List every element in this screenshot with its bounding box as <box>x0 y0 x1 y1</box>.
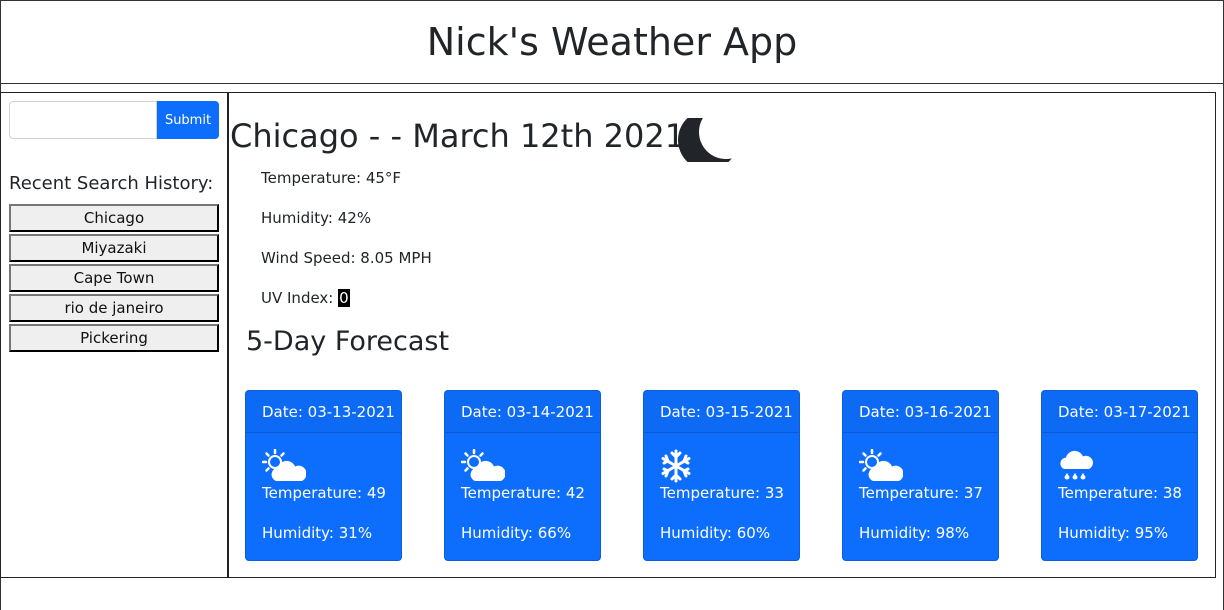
forecast-date: Date: 03-14-2021 <box>445 391 600 433</box>
current-temperature: Temperature: 45°F <box>261 169 402 187</box>
forecast-temperature: Temperature: 37 <box>859 484 983 502</box>
history-item-button[interactable]: Pickering <box>9 324 219 352</box>
city-search-input[interactable] <box>9 101 157 139</box>
forecast-temperature: Temperature: 49 <box>262 484 386 502</box>
current-city-title: Chicago - - March 12th 2021 -- <box>230 117 719 155</box>
forecast-date: Date: 03-17-2021 <box>1042 391 1197 433</box>
uv-label: UV Index: <box>261 289 339 307</box>
history-title: Recent Search History: <box>9 173 214 194</box>
partly-cloudy-icon <box>262 449 306 481</box>
history-list: Chicago Miyazaki Cape Town rio de janeir… <box>9 204 219 354</box>
forecast-date: Date: 03-16-2021 <box>843 391 998 433</box>
forecast-card: Date: 03-15-2021 Temperature: 33 Humidit… <box>643 390 800 561</box>
partly-cloudy-icon <box>859 449 903 481</box>
forecast-date: Date: 03-13-2021 <box>246 391 401 433</box>
current-uv-index: UV Index: 0 <box>261 289 350 307</box>
forecast-date: Date: 03-15-2021 <box>644 391 799 433</box>
page-header: Nick's Weather App <box>0 0 1224 84</box>
forecast-humidity: Humidity: 98% <box>859 524 970 542</box>
forecast-humidity: Humidity: 60% <box>660 524 771 542</box>
history-item-button[interactable]: Miyazaki <box>9 234 219 262</box>
forecast-humidity: Humidity: 95% <box>1058 524 1169 542</box>
partly-cloudy-icon <box>461 449 505 481</box>
current-wind-speed: Wind Speed: 8.05 MPH <box>261 249 432 267</box>
history-item-button[interactable]: Chicago <box>9 204 219 232</box>
forecast-humidity: Humidity: 31% <box>262 524 373 542</box>
page-title: Nick's Weather App <box>426 20 798 64</box>
forecast-card: Date: 03-14-2021 Temperature: 42 Humidit… <box>444 390 601 561</box>
forecast-temperature: Temperature: 42 <box>461 484 585 502</box>
snowflake-icon <box>661 449 691 483</box>
uv-value-badge: 0 <box>338 289 350 307</box>
forecast-card: Date: 03-17-2021 Temperature: 38 Humidit… <box>1041 390 1198 561</box>
forecast-temperature: Temperature: 38 <box>1058 484 1182 502</box>
moon-icon <box>678 118 742 162</box>
rain-cloud-icon <box>1060 450 1093 480</box>
history-item-button[interactable]: rio de janeiro <box>9 294 219 322</box>
history-item-button[interactable]: Cape Town <box>9 264 219 292</box>
current-humidity: Humidity: 42% <box>261 209 372 227</box>
forecast-card: Date: 03-16-2021 Temperature: 37 Humidit… <box>842 390 999 561</box>
forecast-humidity: Humidity: 66% <box>461 524 572 542</box>
forecast-title: 5-Day Forecast <box>246 326 450 357</box>
forecast-card: Date: 03-13-2021 Temperature: 49 Humidit… <box>245 390 402 561</box>
submit-button[interactable]: Submit <box>157 101 219 139</box>
forecast-temperature: Temperature: 33 <box>660 484 784 502</box>
